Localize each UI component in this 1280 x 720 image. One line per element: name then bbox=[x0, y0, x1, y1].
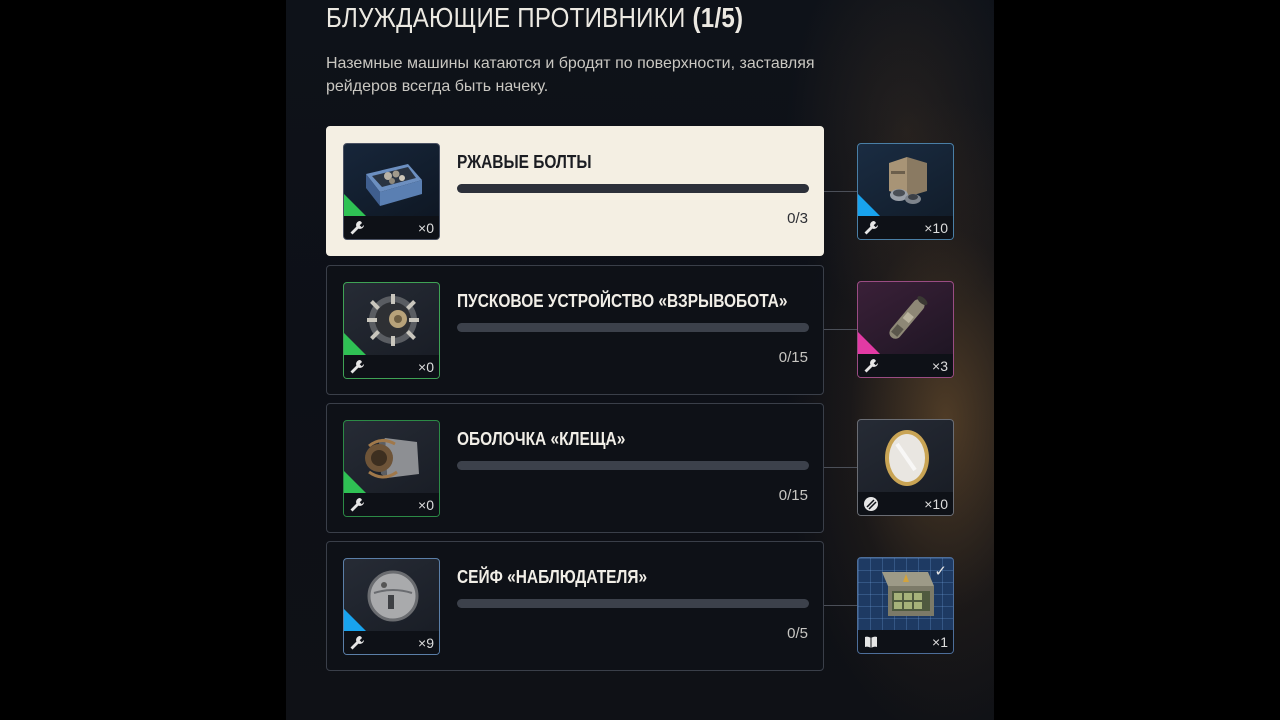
reward-slot[interactable]: ×3 bbox=[857, 281, 954, 378]
reward-connector bbox=[824, 191, 857, 192]
page-title: БЛУЖДАЮЩИЕ ПРОТИВНИКИ (1/5) bbox=[326, 2, 743, 34]
title-text: БЛУЖДАЮЩИЕ ПРОТИВНИКИ bbox=[326, 2, 686, 33]
item-slot[interactable]: ×0 bbox=[343, 420, 440, 517]
owned-count: ×0 bbox=[418, 358, 434, 375]
rarity-corner bbox=[858, 332, 880, 354]
progress-bar bbox=[457, 461, 809, 470]
step-counter: (1/5) bbox=[692, 2, 744, 33]
requirement-name: РЖАВЫЕ БОЛТЫ bbox=[457, 152, 592, 172]
requirement-card[interactable]: ×0 ПУСКОВОЕ УСТРОЙСТВО «ВЗРЫВОБОТА» 0/15 bbox=[326, 265, 824, 395]
owned-count: ×0 bbox=[418, 496, 434, 513]
wrench-icon bbox=[350, 635, 364, 649]
reward-footer: ×1 bbox=[858, 630, 953, 653]
requirement-card[interactable]: ×0 РЖАВЫЕ БОЛТЫ 0/3 bbox=[326, 126, 824, 256]
owned-count: ×9 bbox=[418, 634, 434, 651]
reward-count: ×3 bbox=[932, 357, 948, 374]
reward-count: ×10 bbox=[924, 219, 948, 236]
reward-count: ×1 bbox=[932, 633, 948, 650]
requirement-card[interactable]: ×9 СЕЙФ «НАБЛЮДАТЕЛЯ» 0/5 bbox=[326, 541, 824, 671]
coin-icon bbox=[858, 420, 953, 494]
progress-text: 0/3 bbox=[787, 210, 808, 227]
requirement-name: ПУСКОВОЕ УСТРОЙСТВО «ВЗРЫВОБОТА» bbox=[457, 291, 788, 311]
reward-slot[interactable]: ×10 bbox=[857, 143, 954, 240]
owned-count: ×0 bbox=[418, 219, 434, 236]
requirement-card[interactable]: ×0 ОБОЛОЧКА «КЛЕЩА» 0/15 bbox=[326, 403, 824, 533]
progress-bar bbox=[457, 323, 809, 332]
reward-slot[interactable]: ✓ ×1 bbox=[857, 557, 954, 654]
wrench-icon bbox=[350, 220, 364, 234]
item-footer: ×0 bbox=[344, 493, 439, 516]
rarity-corner bbox=[344, 471, 366, 493]
reward-footer: ×10 bbox=[858, 216, 953, 239]
item-footer: ×0 bbox=[344, 355, 439, 378]
item-footer: ×0 bbox=[344, 216, 439, 239]
item-footer: ×9 bbox=[344, 631, 439, 654]
wrench-icon bbox=[350, 359, 364, 373]
reward-footer: ×3 bbox=[858, 354, 953, 377]
claimed-check-icon: ✓ bbox=[934, 563, 947, 580]
quest-panel: БЛУЖДАЮЩИЕ ПРОТИВНИКИ (1/5) Наземные маш… bbox=[286, 0, 994, 720]
wrench-icon bbox=[864, 358, 878, 372]
wrench-icon bbox=[864, 220, 878, 234]
reward-connector bbox=[824, 329, 857, 330]
rarity-corner bbox=[344, 194, 366, 216]
progress-text: 0/5 bbox=[787, 625, 808, 642]
requirement-name: СЕЙФ «НАБЛЮДАТЕЛЯ» bbox=[457, 567, 648, 587]
coin-stack-icon bbox=[864, 496, 878, 511]
reward-connector bbox=[824, 467, 857, 468]
item-slot[interactable]: ×0 bbox=[343, 143, 440, 240]
progress-bar bbox=[457, 599, 809, 608]
item-slot[interactable]: ×0 bbox=[343, 282, 440, 379]
item-slot[interactable]: ×9 bbox=[343, 558, 440, 655]
progress-text: 0/15 bbox=[778, 349, 808, 366]
book-icon bbox=[865, 636, 877, 648]
progress-text: 0/15 bbox=[778, 487, 808, 504]
progress-bar bbox=[457, 184, 809, 193]
reward-slot[interactable]: ×10 bbox=[857, 419, 954, 516]
reward-connector bbox=[824, 605, 857, 606]
reward-count: ×10 bbox=[924, 495, 948, 512]
requirement-name: ОБОЛОЧКА «КЛЕЩА» bbox=[457, 429, 626, 449]
wrench-icon bbox=[350, 497, 364, 511]
reward-footer: ×10 bbox=[858, 492, 953, 515]
rarity-corner bbox=[344, 609, 366, 631]
rarity-corner bbox=[858, 194, 880, 216]
rarity-corner bbox=[344, 333, 366, 355]
quest-description: Наземные машины катаются и бродят по пов… bbox=[326, 55, 815, 95]
